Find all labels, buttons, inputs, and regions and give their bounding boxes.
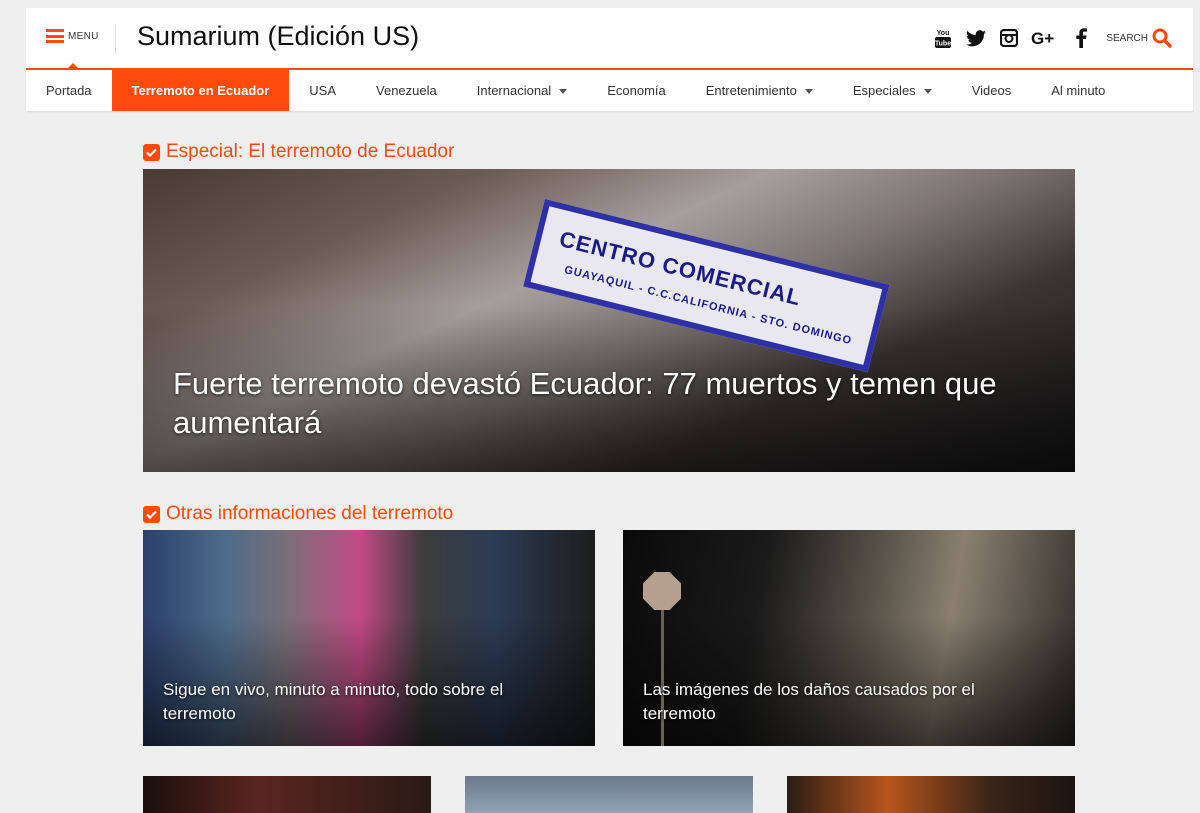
nav-label: Entretenimiento [705,83,797,98]
hero-article[interactable]: CENTRO COMERCIAL GUAYAQUIL - C.C.CALIFOR… [143,169,1075,472]
nav-label: USA [309,83,337,98]
menu-caret-icon [67,63,79,69]
nav-item-videos[interactable]: Videos [952,70,1032,111]
stop-sign-image [643,572,681,610]
checkbox-icon [143,505,160,523]
nav-item-venezuela[interactable]: Venezuela [356,70,457,111]
hamburger-icon [46,29,64,43]
instagram-icon[interactable] [998,27,1020,49]
checkbox-icon [143,143,160,161]
main-nav: Portada Terremoto en Ecuador USA Venezue… [26,70,1193,111]
nav-label: Especiales [852,83,916,98]
svg-text:G+: G+ [1031,29,1054,47]
article-thumbnail[interactable] [787,776,1075,813]
nav-label: Portada [46,83,92,98]
svg-text:You: You [937,30,950,37]
youtube-icon[interactable]: You Tube [932,27,954,49]
section-title[interactable]: Otras informaciones del terremoto [166,503,453,525]
article-card[interactable]: Sigue en vivo, minuto a minuto, todo sob… [143,530,595,746]
nav-item-al-minuto[interactable]: Al minuto [1031,70,1125,111]
section-heading-other: Otras informaciones del terremoto [143,503,453,525]
article-thumbnail[interactable] [465,776,753,813]
nav-item-terremoto-en-ecuador[interactable]: Terremoto en Ecuador [111,70,290,111]
nav-label: Terremoto en Ecuador [131,83,270,98]
nav-item-especiales[interactable]: Especiales [833,70,952,111]
nav-label: Economía [607,83,666,98]
article-thumbnail[interactable] [143,776,431,813]
social-links: You Tube G+ SEARCH [921,24,1173,52]
nav-item-usa[interactable]: USA [289,70,356,111]
nav-item-economia[interactable]: Economía [587,70,686,111]
article-headline[interactable]: Las imágenes de los daños causados por e… [643,678,1043,726]
svg-text:Tube: Tube [935,41,951,48]
search-label[interactable]: SEARCH [1106,33,1148,44]
site-header: MENU Sumarium (Edición US) You Tube G+ S… [26,8,1193,70]
hero-headline[interactable]: Fuerte terremoto devastó Ecuador: 77 mue… [173,364,1043,442]
article-image [465,776,753,813]
menu-label: MENU [68,30,99,42]
nav-list: Portada Terremoto en Ecuador USA Venezue… [26,70,1193,111]
chevron-down-icon [559,89,568,94]
nav-item-internacional[interactable]: Internacional [457,70,587,111]
section-heading-special: Especial: El terremoto de Ecuador [143,141,454,163]
header-divider [115,24,116,54]
facebook-icon[interactable] [1070,27,1092,49]
nav-item-entretenimiento[interactable]: Entretenimiento [686,70,833,111]
twitter-icon[interactable] [965,27,987,49]
menu-button[interactable]: MENU [46,29,99,43]
site-title[interactable]: Sumarium (Edición US) [137,21,419,52]
nav-label: Videos [971,83,1012,98]
nav-label: Al minuto [1051,83,1106,98]
nav-label: Venezuela [376,83,437,98]
section-title[interactable]: Especial: El terremoto de Ecuador [166,141,454,163]
search-icon[interactable] [1151,27,1173,49]
article-image [143,776,431,813]
article-image [787,776,1075,813]
chevron-down-icon [923,89,932,94]
article-headline[interactable]: Sigue en vivo, minuto a minuto, todo sob… [163,678,563,726]
nav-item-portada[interactable]: Portada [26,70,112,111]
nav-label: Internacional [476,83,552,98]
article-card[interactable]: Las imágenes de los daños causados por e… [623,530,1075,746]
google-plus-icon[interactable]: G+ [1031,27,1059,49]
chevron-down-icon [804,89,813,94]
